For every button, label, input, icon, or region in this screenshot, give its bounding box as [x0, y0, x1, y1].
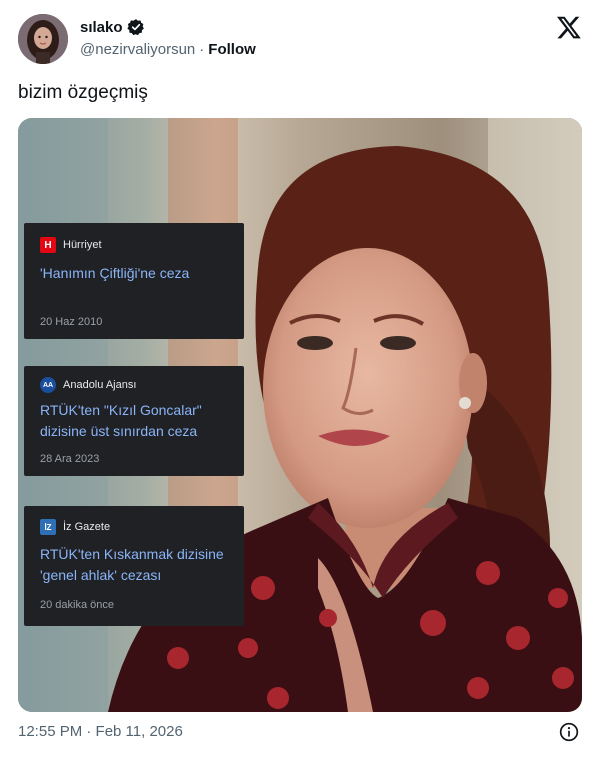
- news-source: AA Anadolu Ajansı: [40, 377, 136, 393]
- iz-gazete-logo-icon: İZ: [40, 519, 56, 535]
- news-card[interactable]: H Hürriyet 'Hanımın Çiftliği'ne ceza 20 …: [24, 223, 244, 339]
- author-name-row: sılako: [80, 18, 145, 36]
- news-source: İZ İz Gazete: [40, 519, 110, 535]
- news-source-name: Anadolu Ajansı: [63, 379, 137, 391]
- tweet-timestamp[interactable]: 12:55 PM · Feb 11, 2026: [18, 723, 183, 740]
- avatar[interactable]: [18, 14, 68, 64]
- news-source: H Hürriyet: [40, 237, 102, 253]
- author-handle[interactable]: @nezirvaliyorsun: [80, 41, 195, 58]
- news-source-name: Hürriyet: [63, 239, 102, 251]
- news-card[interactable]: İZ İz Gazete RTÜK'ten Kıskanmak dizisine…: [24, 506, 244, 626]
- follow-button[interactable]: Follow: [208, 41, 256, 58]
- hurriyet-logo-icon: H: [40, 237, 56, 253]
- news-date: 20 dakika önce: [40, 599, 114, 611]
- anadolu-ajansi-logo-icon: AA: [40, 377, 56, 393]
- news-source-name: İz Gazete: [63, 521, 111, 533]
- x-logo-icon[interactable]: [556, 14, 582, 40]
- info-icon[interactable]: [559, 722, 579, 742]
- news-headline[interactable]: RTÜK'ten Kıskanmak dizisine 'genel ahlak…: [40, 544, 244, 586]
- handle-row: @nezirvaliyorsun · Follow: [80, 41, 256, 58]
- tweet-text: bizim özgeçmiş: [18, 82, 148, 103]
- news-date: 20 Haz 2010: [40, 316, 103, 328]
- separator-dot: ·: [199, 41, 205, 58]
- verified-badge-icon: [126, 18, 145, 36]
- news-date: 28 Ara 2023: [40, 453, 100, 465]
- display-name[interactable]: sılako: [80, 19, 123, 36]
- news-card[interactable]: AA Anadolu Ajansı RTÜK'ten "Kızıl Goncal…: [24, 366, 244, 476]
- news-headline[interactable]: RTÜK'ten "Kızıl Goncalar" dizisine üst s…: [40, 400, 240, 442]
- tweet-media-image[interactable]: H Hürriyet 'Hanımın Çiftliği'ne ceza 20 …: [18, 118, 582, 712]
- news-headline[interactable]: 'Hanımın Çiftliği'ne ceza: [40, 263, 189, 284]
- tweet-card: sılako @nezirvaliyorsun · Follow bizim ö…: [0, 0, 600, 762]
